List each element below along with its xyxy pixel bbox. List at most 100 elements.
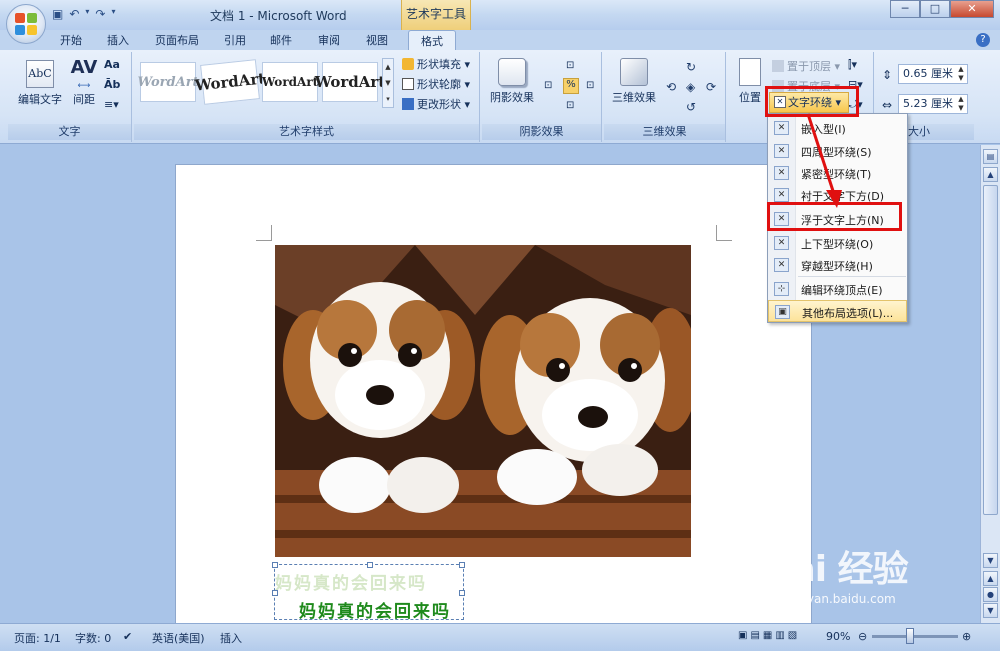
width-spinner[interactable]: ▲ ▼ xyxy=(955,95,967,113)
margin-corner-tl xyxy=(256,225,272,241)
vertical-scrollbar[interactable]: ▤ ▲ ▼ ▲ ● ▼ xyxy=(980,145,1000,623)
scroll-down-button[interactable]: ▼ xyxy=(983,553,998,568)
tab-review[interactable]: 审阅 xyxy=(318,32,340,48)
position-button[interactable]: 位置 xyxy=(732,58,768,105)
office-logo-icon xyxy=(15,13,37,35)
proofing-icon[interactable]: ✔ xyxy=(123,630,132,643)
width-input[interactable]: 5.23 厘米 ▲ ▼ xyxy=(898,94,968,114)
resize-handle-l[interactable] xyxy=(272,590,278,596)
group-text: AbC 编辑文字 AV ⟷ 间距 Aa Āb ≡▾ 文字 xyxy=(8,52,132,142)
shadow-toggle-icon[interactable]: % xyxy=(563,78,579,94)
change-shape-button[interactable]: 更改形状 ▾ xyxy=(402,96,470,112)
wordart-style-1[interactable]: WordArt xyxy=(137,62,199,102)
shadow-effects-button[interactable]: 阴影效果 xyxy=(486,58,538,105)
redo-icon[interactable]: ↷ xyxy=(95,7,105,21)
align-objects-icon[interactable]: ⫿▾ xyxy=(848,58,857,72)
annotation-arrow-icon xyxy=(806,113,842,208)
scroll-thumb[interactable] xyxy=(983,185,998,515)
word-count[interactable]: 字数: 0 xyxy=(75,630,111,646)
customize-qat-icon[interactable]: ▾ xyxy=(111,7,115,21)
insert-mode[interactable]: 插入 xyxy=(220,630,242,646)
wordart-text-shadow: 妈妈真的会回来吗 xyxy=(275,574,427,594)
title-bar: ▣ ↶ ▾ ↷ ▾ 文档 1 - Microsoft Word 艺术字工具 ─ … xyxy=(0,0,1000,44)
nudge-up-icon[interactable]: ⊡ xyxy=(566,60,574,71)
nudge-right-icon[interactable]: ⊡ xyxy=(586,80,594,91)
height-spinner[interactable]: ▲ ▼ xyxy=(955,65,967,83)
same-height-icon[interactable]: Aa xyxy=(104,58,120,71)
puppies-image[interactable] xyxy=(275,245,691,557)
spacing-button[interactable]: AV ⟷ 间距 xyxy=(66,56,102,107)
shadow-icon xyxy=(498,58,526,86)
align-icon[interactable]: ≡▾ xyxy=(104,98,119,111)
change-shape-icon xyxy=(402,98,414,110)
bring-to-front-button[interactable]: 置于顶层 ▾ xyxy=(772,58,840,74)
wordart-text: 妈妈真的会回来吗 xyxy=(299,602,451,622)
wordart-style-4[interactable]: WordArt xyxy=(315,62,385,102)
help-icon[interactable]: ? xyxy=(976,33,990,47)
menu-item-more-layout-options[interactable]: ▣ 其他布局选项(L)... xyxy=(768,300,907,322)
resize-handle-t[interactable] xyxy=(367,562,373,568)
tab-view[interactable]: 视图 xyxy=(366,32,388,48)
shape-fill-button[interactable]: 形状填充 ▾ xyxy=(402,56,470,72)
group-shadow: 阴影效果 ⊡ ⊡ % ⊡ ⊡ 阴影效果 xyxy=(482,52,602,142)
undo-icon[interactable]: ↶ xyxy=(69,7,79,21)
tilt-down-icon[interactable]: ↺ xyxy=(686,100,696,114)
view-buttons[interactable]: ▣▤▦▥▧ xyxy=(738,630,800,641)
menu-item-edit-wrap-points[interactable]: ⊹ 编辑环绕顶点(E) xyxy=(768,278,907,300)
height-input[interactable]: 0.65 厘米 ▲ ▼ xyxy=(898,64,968,84)
zoom-level[interactable]: 90% xyxy=(826,630,850,643)
previous-page-button[interactable]: ▲ xyxy=(983,571,998,586)
language-indicator[interactable]: 英语(美国) xyxy=(152,630,205,646)
browse-object-button[interactable]: ● xyxy=(983,587,998,602)
resize-handle-tr[interactable] xyxy=(459,562,465,568)
zoom-slider-track[interactable] xyxy=(872,635,958,638)
menu-item-through[interactable]: ✕ 穿越型环绕(H) xyxy=(768,254,907,276)
tilt-left-icon[interactable]: ⟲ xyxy=(666,80,676,94)
undo-dropdown-icon[interactable]: ▾ xyxy=(85,7,89,21)
tab-insert[interactable]: 插入 xyxy=(107,32,129,48)
baidu-watermark: Bai 经验 jingyan.baidu.com xyxy=(765,540,909,606)
tab-home[interactable]: 开始 xyxy=(60,32,82,48)
resize-handle-tl[interactable] xyxy=(272,562,278,568)
3d-toggle-icon[interactable]: ◈ xyxy=(686,80,695,94)
tilt-up-icon[interactable]: ↻ xyxy=(686,60,696,74)
group-wordart-styles: WordArt WordArt WordArt WordArt ▲ ▼ ▾ 形状填充… xyxy=(134,52,480,142)
page-count[interactable]: 页面: 1/1 xyxy=(14,630,61,646)
minimize-button[interactable]: ─ xyxy=(890,0,920,18)
3d-effects-button[interactable]: 三维效果 xyxy=(608,58,660,105)
tab-format[interactable]: 格式 xyxy=(408,30,456,52)
ruler-toggle-icon[interactable]: ▤ xyxy=(983,149,998,164)
zoom-in-icon[interactable]: ⊕ xyxy=(962,630,971,643)
wordart-style-2[interactable]: WordArt xyxy=(194,59,266,105)
group-label-size: 大小 xyxy=(900,124,974,140)
vertical-text-icon[interactable]: Āb xyxy=(104,78,120,91)
office-button[interactable] xyxy=(6,4,46,44)
3d-tilt-icons[interactable]: ↻ ⟲ ◈ ⟳ ↺ xyxy=(666,60,718,114)
wrap-behind-icon: ✕ xyxy=(774,188,789,202)
wordart-gallery-scroll[interactable]: ▲ ▼ ▾ xyxy=(382,58,394,108)
tab-mailings[interactable]: 邮件 xyxy=(270,32,292,48)
close-button[interactable]: ✕ xyxy=(950,0,994,18)
shadow-nudge-icons[interactable]: ⊡ ⊡ % ⊡ ⊡ xyxy=(544,60,596,112)
nudge-down-icon[interactable]: ⊡ xyxy=(566,100,574,111)
document-page[interactable]: 妈妈真的会回来吗 妈妈真的会回来吗 xyxy=(175,164,812,634)
scroll-up-button[interactable]: ▲ xyxy=(983,167,998,182)
tilt-right-icon[interactable]: ⟳ xyxy=(706,80,716,94)
next-page-button[interactable]: ▼ xyxy=(983,603,998,618)
zoom-out-icon[interactable]: ⊖ xyxy=(858,630,867,643)
shape-outline-button[interactable]: 形状轮廓 ▾ xyxy=(402,76,470,92)
tab-page-layout[interactable]: 页面布局 xyxy=(155,32,199,48)
zoom-slider-thumb[interactable] xyxy=(906,628,914,644)
save-icon[interactable]: ▣ xyxy=(52,7,63,21)
layout-options-icon: ▣ xyxy=(775,305,790,319)
wordart-textbox[interactable]: 妈妈真的会回来吗 妈妈真的会回来吗 xyxy=(272,562,465,622)
height-icon: ⇕ xyxy=(882,68,893,82)
edit-text-button[interactable]: AbC 编辑文字 xyxy=(14,60,66,107)
menu-item-top-bottom[interactable]: ✕ 上下型环绕(O) xyxy=(768,232,907,254)
nudge-left-icon[interactable]: ⊡ xyxy=(544,80,552,91)
3d-cube-icon xyxy=(620,58,648,86)
tab-references[interactable]: 引用 xyxy=(224,32,246,48)
wordart-style-3[interactable]: WordArt xyxy=(262,62,318,102)
resize-handle-r[interactable] xyxy=(459,590,465,596)
maximize-button[interactable]: □ xyxy=(920,0,950,18)
